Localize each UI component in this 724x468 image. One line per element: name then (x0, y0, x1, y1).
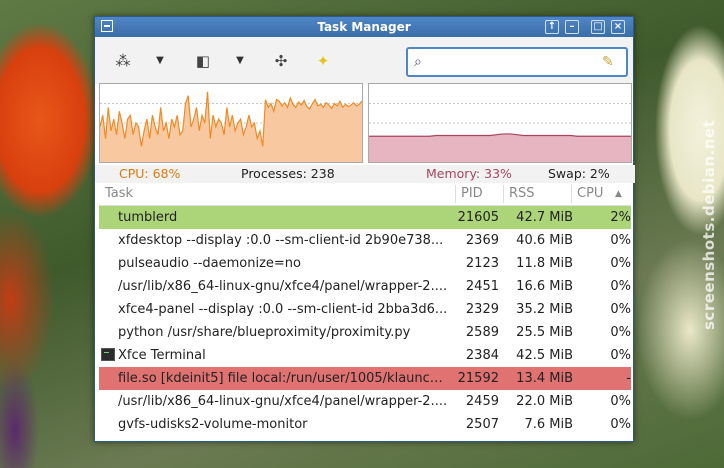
stats-bar: CPU: 68% Processes: 238 Memory: 33% Swap… (95, 165, 635, 183)
process-rss: 40.6 MiB (516, 233, 573, 248)
process-pid: 2507 (465, 417, 499, 432)
process-name: /usr/lib/x86_64-linux-gnu/xfce4/panel/wr… (118, 394, 448, 409)
process-cpu: 0% (610, 417, 631, 432)
process-cpu: 0% (610, 348, 631, 363)
table-row[interactable]: Xfce Terminal 2384 42.5 MiB 0% (99, 344, 631, 367)
process-rss: 11.8 MiB (516, 256, 573, 271)
memory-graph-area (369, 133, 631, 162)
column-cpu[interactable]: CPU (577, 186, 603, 201)
memory-graph-plot (369, 103, 631, 162)
process-rss: 25.5 MiB (516, 325, 573, 340)
settings-dropdown-icon[interactable]: ▼ (233, 49, 247, 73)
process-name: tumblerd (118, 210, 178, 225)
sparkle-icon[interactable]: ✦ (311, 49, 335, 73)
process-pid: 2329 (465, 302, 499, 317)
toolbar: ⁂ ▼ ◧ ▼ ✣ ✦ ⌕ ✎ (95, 37, 633, 85)
process-name: xfdesktop --display :0.0 --sm-client-id … (118, 233, 444, 248)
minimize-button[interactable]: – (565, 20, 579, 34)
process-cpu: 0% (610, 394, 631, 409)
swap-stat: Swap: 2% (548, 166, 610, 181)
table-body: tumblerd 21605 42.7 MiB 2% xfdesktop --displ… (99, 206, 631, 436)
memory-graph (368, 83, 632, 163)
settings-icon[interactable]: ◧ (191, 49, 215, 73)
search-input[interactable] (436, 52, 596, 72)
column-pid[interactable]: PID (461, 186, 483, 201)
process-rss: 42.5 MiB (516, 348, 573, 363)
table-row[interactable]: tumblerd 21605 42.7 MiB 2% (99, 206, 631, 229)
process-pid: 2589 (465, 325, 499, 340)
processes-stat: Processes: 238 (241, 166, 335, 181)
task-manager-window: Task Manager ↑ – □ × ⁂ ▼ ◧ ▼ ✣ ✦ ⌕ ✎ CPU… (94, 16, 635, 442)
process-pid: 2459 (465, 394, 499, 409)
process-rss: 35.2 MiB (516, 302, 573, 317)
title-bar[interactable]: Task Manager ↑ – □ × (95, 17, 633, 37)
process-name: python /usr/share/blueproximity/proximit… (118, 325, 411, 340)
crosshair-icon[interactable]: ✣ (269, 49, 293, 73)
table-row[interactable]: /usr/lib/x86_64-linux-gnu/xfce4/panel/wr… (99, 275, 631, 298)
process-cpu: 2% (610, 210, 631, 225)
table-row[interactable]: xfdesktop --display :0.0 --sm-client-id … (99, 229, 631, 252)
process-pid: 2451 (465, 279, 499, 294)
process-pid: 2369 (465, 233, 499, 248)
column-rss[interactable]: RSS (509, 186, 535, 201)
process-name: Xfce Terminal (118, 348, 206, 363)
process-name: pulseaudio --daemonize=no (118, 256, 302, 271)
process-rss: 42.7 MiB (516, 210, 573, 225)
table-row[interactable]: python /usr/share/blueproximity/proximit… (99, 321, 631, 344)
table-row[interactable]: xfce4-panel --display :0.0 --sm-client-i… (99, 298, 631, 321)
process-cpu: 0% (610, 302, 631, 317)
process-name: xfce4-panel --display :0.0 --sm-client-i… (118, 302, 448, 317)
process-rss: 16.6 MiB (516, 279, 573, 294)
process-cpu: 0% (610, 233, 631, 248)
process-pid: 21592 (457, 371, 499, 386)
table-header: Task PID RSS CPU ▲ (99, 183, 631, 206)
search-icon: ⌕ (414, 54, 422, 70)
process-cpu: 0% (610, 279, 631, 294)
process-cpu: 0% (610, 325, 631, 340)
process-name: /usr/lib/x86_64-linux-gnu/xfce4/panel/wr… (118, 279, 448, 294)
watermark-text: screenshots.debian.net (700, 120, 718, 331)
memory-stat: Memory: 33% (426, 166, 512, 181)
process-rss: 22.0 MiB (516, 394, 573, 409)
clear-icon[interactable]: ✎ (602, 52, 620, 72)
process-rss: 13.4 MiB (516, 371, 573, 386)
table-row[interactable]: gvfs-udisks2-volume-monitor 2507 7.6 MiB 0% (99, 413, 631, 436)
cpu-graph-area (100, 91, 362, 162)
search-field[interactable]: ⌕ ✎ (406, 47, 628, 77)
table-row[interactable]: pulseaudio --daemonize=no 2123 11.8 MiB 0% (99, 252, 631, 275)
maximize-button[interactable]: □ (591, 20, 605, 34)
sort-ascending-icon: ▲ (615, 189, 622, 199)
cpu-graph (99, 83, 363, 163)
table-row[interactable]: /usr/lib/x86_64-linux-gnu/xfce4/panel/wr… (99, 390, 631, 413)
keep-above-button[interactable]: ↑ (545, 20, 559, 34)
process-name: file.so [kdeinit5] file local:/run/user/… (118, 371, 448, 386)
cpu-graph-plot (100, 91, 362, 162)
close-button[interactable]: × (611, 20, 625, 34)
process-pid: 2123 (465, 256, 499, 271)
process-cpu: - (626, 371, 631, 386)
process-pid: 2384 (465, 348, 499, 363)
process-cpu: 0% (610, 256, 631, 271)
terminal-icon (101, 348, 115, 361)
table-row[interactable]: file.so [kdeinit5] file local:/run/user/… (99, 367, 631, 390)
tree-view-icon[interactable]: ⁂ (111, 49, 135, 73)
process-name: gvfs-udisks2-volume-monitor (118, 417, 308, 432)
process-pid: 21605 (457, 210, 499, 225)
tree-view-dropdown-icon[interactable]: ▼ (153, 49, 167, 73)
process-rss: 7.6 MiB (524, 417, 573, 432)
cpu-stat: CPU: 68% (119, 166, 181, 181)
column-task[interactable]: Task (105, 186, 133, 201)
process-table: Task PID RSS CPU ▲ tumblerd 21605 42.7 MiB… (99, 183, 631, 436)
